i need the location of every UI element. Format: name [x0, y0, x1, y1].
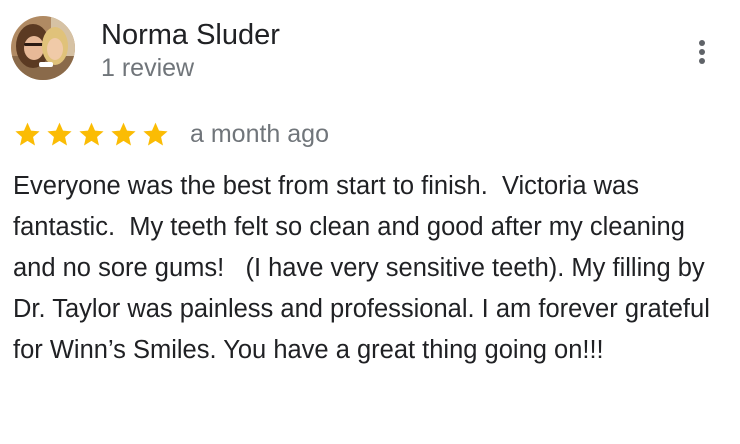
review-date: a month ago — [190, 120, 329, 148]
menu-dot — [699, 49, 705, 55]
menu-dot — [699, 40, 705, 46]
author-name[interactable]: Norma Sluder — [101, 17, 280, 53]
author-review-count[interactable]: 1 review — [101, 52, 194, 84]
review-text: Everyone was the best from start to fini… — [13, 172, 717, 364]
star-icon — [15, 122, 40, 145]
review-card: Norma Sluder 1 review a month ago Everyo… — [0, 0, 740, 444]
rating-row: a month ago — [13, 116, 329, 152]
star-icon — [79, 122, 104, 145]
more-vert-icon[interactable] — [688, 34, 716, 70]
star-icon — [111, 122, 136, 145]
star-icon — [143, 122, 168, 145]
star-rating — [13, 120, 170, 149]
menu-dot — [699, 58, 705, 64]
author-avatar[interactable] — [11, 16, 75, 80]
avatar-photo — [11, 16, 75, 80]
star-icon — [47, 122, 72, 145]
